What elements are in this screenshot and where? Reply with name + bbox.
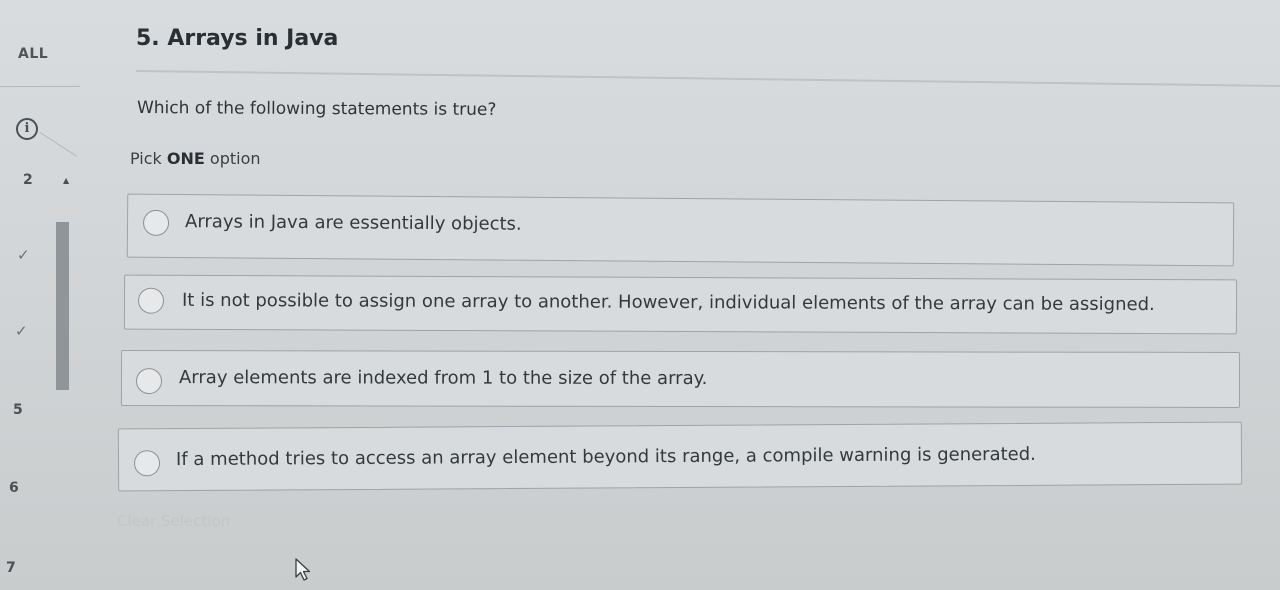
nav-item-7[interactable]: 7 [6,560,16,576]
sidebar-divider-diagonal [39,132,78,157]
question-prompt: Which of the following statements is tru… [136,98,497,120]
sidebar-scrollbar[interactable] [56,222,69,390]
option-4-label: If a method tries to access an array ele… [175,443,1036,471]
option-3-label: Array elements are indexed from 1 to the… [178,367,708,390]
nav-item-6[interactable]: 6 [9,480,19,496]
pick-count: ONE [166,149,205,168]
question-panel: 5. Arrays in Java Which of the following… [100,0,1280,590]
nav-item-5[interactable]: 5 [13,402,23,418]
option-3[interactable]: Array elements are indexed from 1 to the… [120,350,1241,408]
option-1-label: Arrays in Java are essentially objects. [184,211,522,235]
option-4[interactable]: If a method tries to access an array ele… [117,421,1243,492]
option-4-radio[interactable] [133,450,161,477]
pick-prefix: Pick [130,149,167,168]
option-3-radio[interactable] [135,368,163,395]
option-1-radio[interactable] [142,209,170,236]
nav-item-4-check-icon[interactable]: ✓ [15,322,28,340]
nav-item-2[interactable]: 2 [23,172,33,188]
pick-suffix: option [204,149,261,168]
mouse-cursor-icon [295,558,311,581]
collapse-arrow-icon[interactable]: ▲ [63,176,69,185]
option-1[interactable]: Arrays in Java are essentially objects. [126,193,1235,267]
nav-item-3-check-icon[interactable]: ✓ [17,246,30,264]
title-divider [135,70,1280,88]
question-title: 5. Arrays in Java [136,26,339,51]
clear-selection-button[interactable]: Clear Selection [117,512,230,530]
option-2-label: It is not possible to assign one array t… [181,289,1155,316]
option-2[interactable]: It is not possible to assign one array t… [123,274,1238,335]
filter-all-tab[interactable]: ALL [18,46,48,62]
question-navigator: ALL i 2 ▲ ✓ ✓ 5 6 7 [0,0,84,590]
sidebar-divider [0,85,81,88]
info-icon[interactable]: i [16,118,38,140]
pick-instruction: Pick ONE option [130,149,261,168]
option-2-radio[interactable] [137,287,165,314]
